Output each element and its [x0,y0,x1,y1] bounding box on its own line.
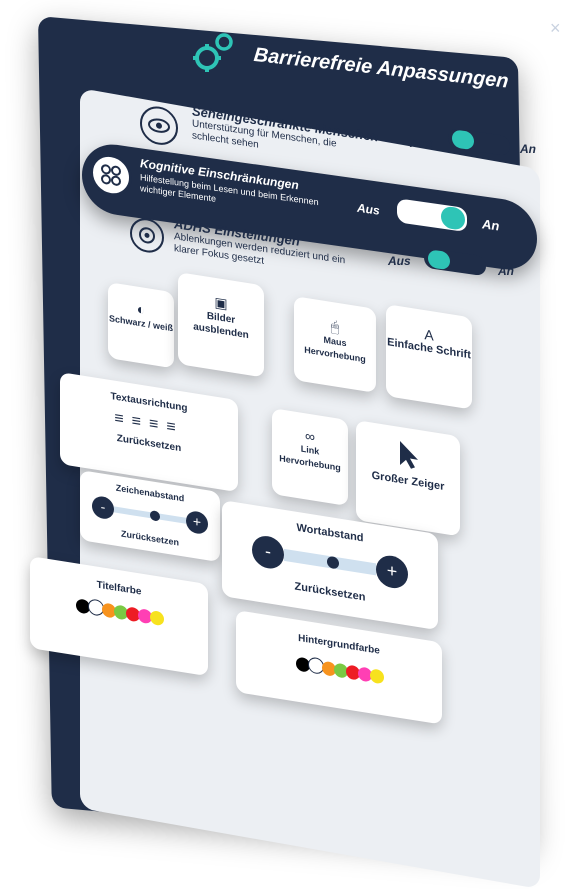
close-icon[interactable]: × [550,18,561,39]
hide-images-button[interactable]: ▣ Bilder ausblenden [178,272,264,378]
cursor-icon [400,440,418,469]
toggle-on-label: An [498,264,514,278]
big-cursor-label: Großer Zeiger [371,469,445,493]
word-spacing-minus[interactable]: - [252,533,284,571]
char-spacing-minus[interactable]: - [92,494,114,521]
toggle-on-label: An [520,142,536,156]
toggle-on-label: An [482,216,500,234]
big-cursor-button[interactable]: Großer Zeiger [356,420,460,537]
eye-icon [140,104,178,148]
color-swatch[interactable] [150,610,164,627]
bw-button[interactable]: ◐ Schwarz / weiß [108,282,174,369]
toggle-knob [441,205,465,231]
char-spacing-plus[interactable]: + [186,509,208,536]
mouse-highlight-button[interactable]: 🖱 Maus Hervorhebung [294,296,376,393]
toggle-cognitive[interactable] [397,198,467,233]
toggle-off-label: Aus [410,136,433,150]
puzzle-icon [90,151,132,200]
gears-icon [193,33,233,72]
color-swatch[interactable] [370,668,384,685]
toggle-knob [428,249,450,271]
simple-font-button[interactable]: A Einfache Schrift [386,304,472,410]
word-spacing-plus[interactable]: + [376,553,408,591]
char-spacing-knob[interactable] [150,510,160,522]
toggle-off-label: Aus [357,200,380,218]
toggle-off-label: Aus [388,254,411,268]
link-highlight-button[interactable]: ∞ Link Hervorhebung [272,408,348,507]
accessibility-panel: Barrierefreie Anpassungen × Seheingeschr… [0,0,567,889]
toggle-knob [452,129,474,151]
